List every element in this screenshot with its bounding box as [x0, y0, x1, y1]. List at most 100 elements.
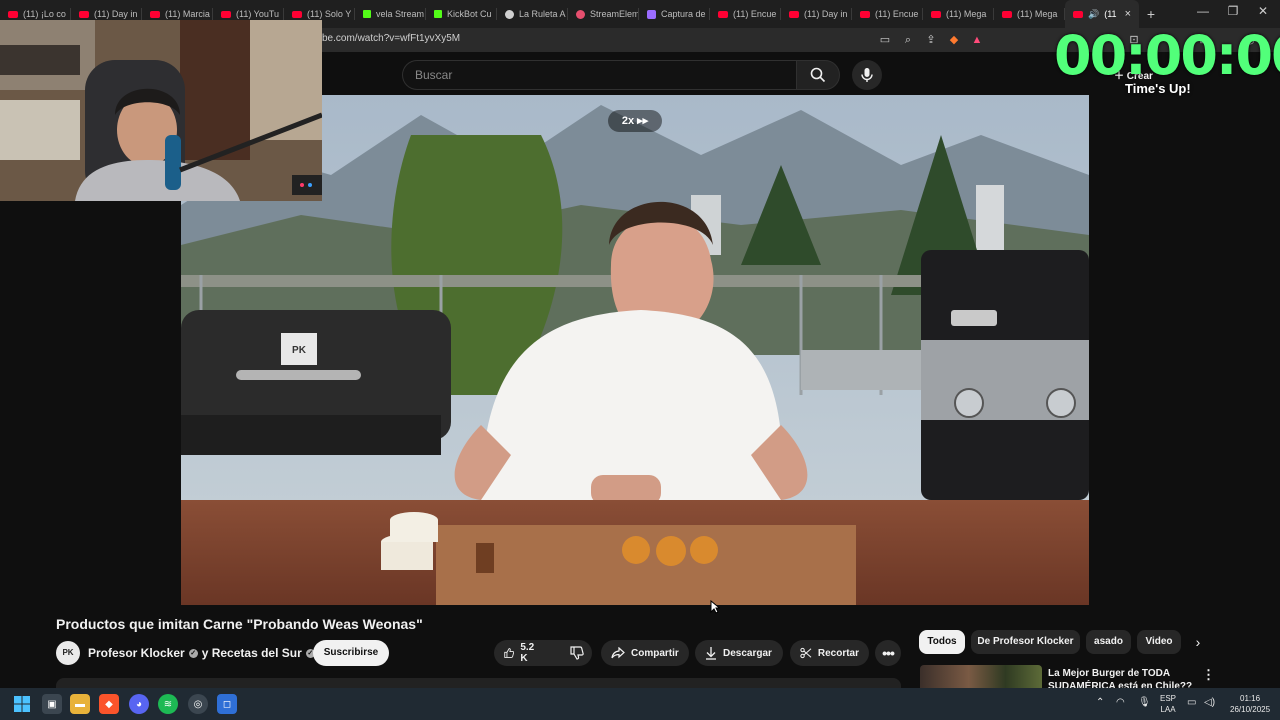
webcam-feed: [0, 20, 322, 201]
search-input[interactable]: Buscar: [402, 60, 796, 90]
youtube-icon: [860, 10, 870, 18]
lang-top: ESP: [1160, 694, 1177, 703]
tab-label: (11) Marcia: [165, 9, 210, 19]
tab-label: (11) Encue: [733, 9, 777, 19]
speaker-icon[interactable]: ◁): [1204, 697, 1215, 708]
browser-tab[interactable]: (11) Encue: [710, 0, 781, 28]
youtube-icon: [718, 10, 728, 18]
verified-icon: ✓: [188, 648, 198, 658]
search-button[interactable]: [796, 60, 840, 90]
close-tab-icon[interactable]: ×: [1125, 8, 1131, 20]
browser-tab[interactable]: Captura de: [639, 0, 710, 28]
tab-label: (11) Mega: [946, 9, 987, 19]
tab-label: (11) Solo Y: [307, 9, 352, 19]
recommended-title[interactable]: La Mejor Burger de TODA SUDAMÉRICA está …: [1048, 667, 1198, 688]
mouse-cursor-icon: [710, 600, 720, 614]
chip-all[interactable]: Todos: [919, 630, 965, 654]
browser-tab[interactable]: (11) Mega: [923, 0, 994, 28]
streamelements-icon: [576, 9, 585, 19]
tab-label: KickBot Cu: [447, 9, 492, 19]
chip-video[interactable]: Video: [1137, 630, 1181, 654]
zoom-icon[interactable]: ⌕: [902, 34, 914, 46]
tab-label: vela Stream: [376, 9, 425, 19]
obs-icon[interactable]: ◎: [188, 694, 208, 714]
browser-tab[interactable]: vela Stream: [355, 0, 426, 28]
chevron-up-icon[interactable]: ⌃: [1096, 697, 1104, 708]
like-button[interactable]: 5.2 K: [494, 640, 548, 666]
brave-rewards-icon[interactable]: ▲: [971, 34, 983, 46]
brave-browser-icon[interactable]: ◆: [99, 694, 119, 714]
scissors-icon: [800, 647, 812, 659]
share-page-icon[interactable]: ⇪: [925, 34, 937, 46]
download-button[interactable]: Descargar: [695, 640, 783, 666]
headset-icon[interactable]: ◠: [1116, 697, 1125, 708]
share-label: Compartir: [631, 647, 679, 659]
youtube-icon: [1002, 10, 1012, 18]
channel-collab[interactable]: y Recetas del Sur: [202, 646, 302, 660]
tab-label: (11) Mega: [1017, 9, 1058, 19]
browser-tab[interactable]: La Ruleta A: [497, 0, 568, 28]
system-clock[interactable]: 01:16 26/10/2025: [1230, 693, 1270, 715]
video-title: Productos que imitan Carne "Probando Wea…: [56, 616, 423, 632]
url-text[interactable]: be.com/watch?v=wfFt1yvXy5M: [322, 33, 460, 44]
spotify-icon[interactable]: ≋: [158, 694, 178, 714]
youtube-icon: [1073, 10, 1083, 18]
app-icon[interactable]: ◻: [217, 694, 237, 714]
tab-label: Captura de: [661, 9, 706, 19]
download-label: Descargar: [723, 647, 772, 659]
youtube-icon: [150, 10, 160, 18]
task-view-icon[interactable]: ▣: [42, 694, 62, 714]
tab-label: (11) Encue: [875, 9, 919, 19]
tab-label: La Ruleta A: [519, 9, 566, 19]
browser-tab[interactable]: (11) Day in: [781, 0, 852, 28]
timer-message: Time's Up!: [1125, 81, 1191, 96]
more-actions-button[interactable]: •••: [875, 640, 901, 666]
chip-from-channel[interactable]: De Profesor Klocker: [971, 630, 1080, 654]
thumbs-up-icon: [504, 648, 515, 658]
youtube-icon: [8, 10, 18, 18]
capture-icon: [647, 9, 656, 19]
maximize-icon[interactable]: ❐: [1218, 4, 1248, 18]
clock-time: 01:16: [1240, 694, 1261, 703]
tab-label: (11) YouTu: [236, 9, 280, 19]
discord-icon[interactable]: ◕: [129, 694, 149, 714]
youtube-icon: [292, 10, 302, 18]
description-box[interactable]: [56, 678, 901, 688]
youtube-icon: [931, 10, 941, 18]
new-tab-button[interactable]: +: [1139, 6, 1163, 22]
kick-icon: [363, 10, 371, 18]
windows-start-icon[interactable]: [12, 694, 32, 714]
tab-label: (11) Day in: [94, 9, 138, 19]
chevron-right-icon[interactable]: ›: [1188, 632, 1208, 652]
youtube-icon: [789, 10, 799, 18]
search-icon: [810, 67, 826, 83]
browser-tab[interactable]: KickBot Cu: [426, 0, 497, 28]
browser-tab[interactable]: (11) Encue: [852, 0, 923, 28]
svg-text:PK: PK: [292, 345, 307, 356]
clock-date: 26/10/2025: [1230, 705, 1271, 714]
input-language[interactable]: ESP LAA: [1160, 693, 1176, 715]
recommended-menu-icon[interactable]: ⋮: [1202, 667, 1215, 683]
subscribe-button[interactable]: Suscribirse: [313, 640, 389, 666]
display-icon[interactable]: ▭: [1187, 697, 1196, 708]
playback-speed-badge: 2x ▸▸: [608, 110, 662, 132]
dislike-button[interactable]: [560, 640, 594, 666]
like-count: 5.2 K: [520, 642, 535, 664]
share-button[interactable]: Compartir: [601, 640, 689, 666]
channel-info: Profesor Klocker ✓ y Recetas del Sur ✓: [88, 646, 315, 660]
recommended-thumbnail[interactable]: [920, 665, 1042, 688]
chip-asado[interactable]: asado: [1086, 630, 1131, 654]
browser-tab[interactable]: StreamElem: [568, 0, 639, 28]
clip-button[interactable]: Recortar: [790, 640, 869, 666]
stream-timer: 00:00:00: [1054, 24, 1280, 87]
channel-name[interactable]: Profesor Klocker: [88, 646, 185, 660]
minimize-icon[interactable]: —: [1188, 4, 1218, 18]
voice-search-button[interactable]: [852, 60, 882, 90]
window-close-icon[interactable]: ✕: [1248, 4, 1278, 18]
brave-shield-icon[interactable]: ◆: [948, 34, 960, 46]
file-explorer-icon[interactable]: ▬: [70, 694, 90, 714]
cast-icon[interactable]: ▭: [879, 34, 891, 46]
audio-icon: 🔊: [1088, 8, 1100, 19]
channel-avatar[interactable]: PK: [56, 641, 80, 665]
microphone-tray-icon[interactable]: 🎙: [1138, 697, 1151, 708]
